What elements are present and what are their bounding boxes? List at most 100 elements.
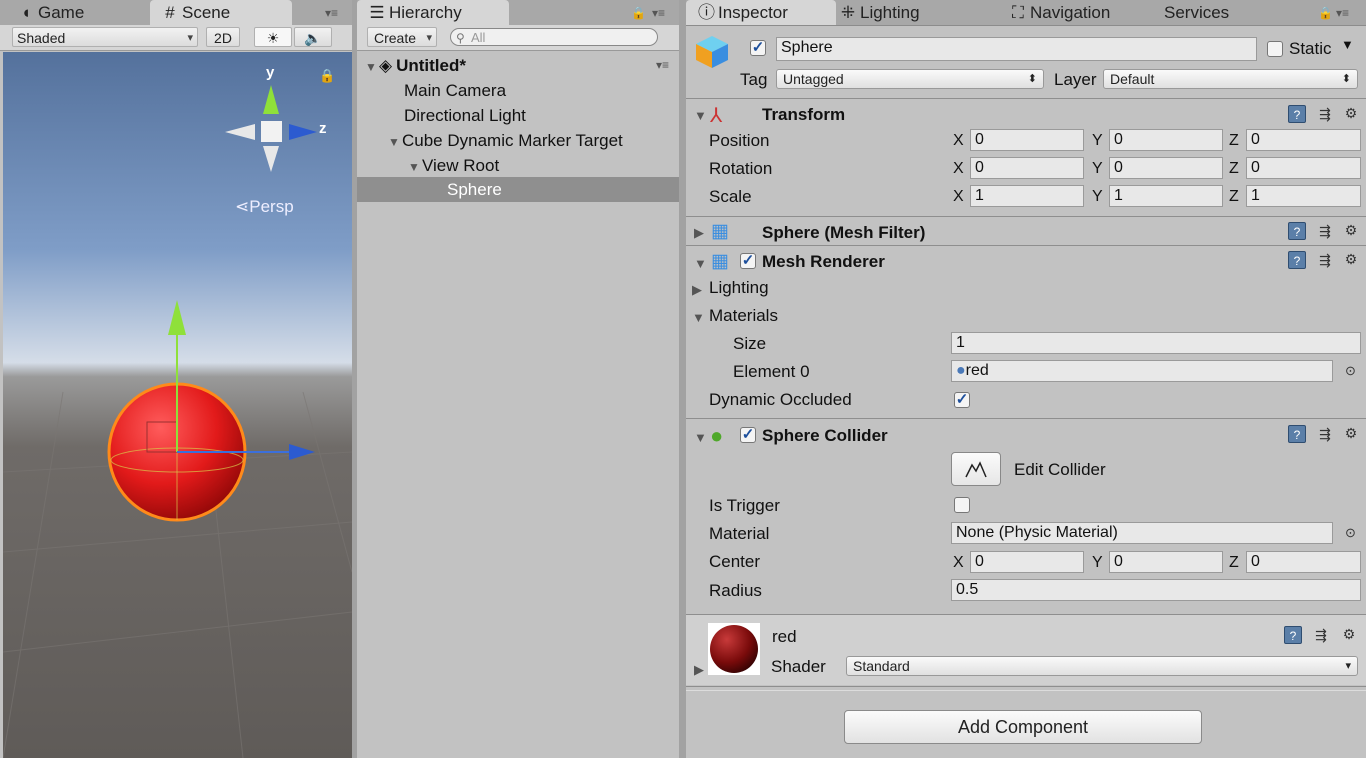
scale-x-field[interactable]: 1: [970, 185, 1084, 207]
audio-toggle-button[interactable]: 🔈: [294, 27, 332, 47]
center-y-field[interactable]: 0: [1109, 551, 1223, 573]
center-x-field[interactable]: 0: [970, 551, 1084, 573]
expand-triangle-icon[interactable]: ▼: [388, 130, 402, 155]
element-0-field[interactable]: ●red: [951, 360, 1333, 382]
is-trigger-checkbox[interactable]: [954, 497, 970, 513]
panel-menu-icon[interactable]: ▾≡: [1336, 6, 1349, 20]
scale-y-field[interactable]: 1: [1109, 185, 1223, 207]
lock-icon[interactable]: 🔒: [1318, 6, 1333, 20]
scale-z-field[interactable]: 1: [1246, 185, 1361, 207]
mesh-renderer-enabled-checkbox[interactable]: ✓: [740, 253, 756, 269]
hierarchy-item-view-root[interactable]: ▼ View Root: [357, 153, 679, 178]
inspector-tabbar: ⓘ Inspector ⁜ Lighting ⛶ Navigation Service…: [686, 0, 1366, 26]
preset-icon[interactable]: ⇶: [1316, 222, 1334, 240]
static-checkbox[interactable]: [1267, 41, 1283, 57]
shading-mode-dropdown[interactable]: Shaded: [12, 27, 198, 48]
hierarchy-item-directional-light[interactable]: Directional Light: [357, 103, 679, 128]
2d-toggle-button[interactable]: 2D: [206, 27, 240, 47]
sphere-collider-enabled-checkbox[interactable]: ✓: [740, 427, 756, 443]
collapse-triangle-icon[interactable]: ▼: [692, 310, 705, 325]
tab-navigation[interactable]: ⛶ Navigation: [1010, 0, 1110, 25]
transform-icon: ⅄: [710, 105, 723, 127]
expand-triangle-icon[interactable]: ▶: [692, 282, 702, 298]
lighting-toggle-button[interactable]: ☀: [254, 27, 292, 47]
active-checkbox[interactable]: ✓: [750, 40, 766, 56]
axis-z-label: Z: [1229, 188, 1239, 205]
scene-root-row[interactable]: ▼ ◈ Untitled* ▾≡: [357, 53, 679, 78]
axis-x-label: X: [953, 132, 964, 149]
hierarchy-search-input[interactable]: ⚲ All: [450, 28, 658, 46]
tab-game[interactable]: ◖ Game: [18, 0, 84, 25]
physic-material-field[interactable]: None (Physic Material): [951, 522, 1333, 544]
lock-icon[interactable]: 🔒: [319, 68, 335, 84]
dynamic-occluded-checkbox[interactable]: ✓: [954, 392, 970, 408]
scene-menu-icon[interactable]: ▾≡: [656, 53, 669, 78]
expand-triangle-icon[interactable]: ▼: [365, 55, 379, 80]
help-icon[interactable]: ?: [1288, 222, 1306, 240]
hierarchy-item-sphere[interactable]: Sphere: [357, 177, 679, 202]
gameobject-cube-icon: [696, 36, 728, 68]
element-0-label: Element 0: [733, 362, 810, 381]
shader-dropdown[interactable]: Standard ▾: [846, 656, 1358, 676]
collapse-triangle-icon[interactable]: ▼: [694, 430, 707, 445]
orientation-gizmo[interactable]: [225, 85, 317, 172]
static-dropdown-icon[interactable]: ▼: [1341, 37, 1354, 52]
object-name-field[interactable]: Sphere: [776, 37, 1257, 61]
tab-hierarchy[interactable]: ☰ Hierarchy: [357, 0, 509, 25]
help-icon[interactable]: ?: [1288, 251, 1306, 269]
preset-icon[interactable]: ⇶: [1316, 425, 1334, 443]
hierarchy-item-cube-dynamic-marker-target[interactable]: ▼ Cube Dynamic Marker Target: [357, 128, 679, 153]
panel-menu-icon[interactable]: ▾≡: [652, 6, 665, 20]
rotation-x-field[interactable]: 0: [970, 157, 1084, 179]
help-icon[interactable]: ?: [1284, 626, 1302, 644]
materials-size-field[interactable]: 1: [951, 332, 1361, 354]
scene-viewport[interactable]: y z 🔒 ⋖Persp: [3, 52, 352, 758]
tab-inspector[interactable]: ⓘ Inspector: [686, 0, 836, 25]
position-y-field[interactable]: 0: [1109, 129, 1223, 151]
gear-icon[interactable]: ⚙: [1340, 625, 1358, 643]
lock-icon[interactable]: 🔒: [631, 6, 646, 20]
tag-dropdown[interactable]: Untagged ⬍: [776, 69, 1044, 89]
material-name: red: [772, 627, 797, 646]
radius-field[interactable]: 0.5: [951, 579, 1361, 601]
help-icon[interactable]: ?: [1288, 425, 1306, 443]
divider: [686, 98, 1366, 99]
tab-services[interactable]: Services: [1164, 0, 1229, 25]
expand-triangle-icon[interactable]: ▶: [694, 225, 704, 241]
materials-foldout[interactable]: Materials: [709, 306, 778, 326]
add-component-button[interactable]: Add Component: [844, 710, 1202, 744]
mesh-filter-icon: ▦: [711, 221, 729, 242]
rotation-z-field[interactable]: 0: [1246, 157, 1361, 179]
gear-icon[interactable]: ⚙: [1342, 221, 1360, 239]
help-icon[interactable]: ?: [1288, 105, 1306, 123]
edit-collider-button[interactable]: [951, 452, 1001, 486]
tab-lighting[interactable]: ⁜ Lighting: [840, 0, 920, 25]
layer-dropdown[interactable]: Default ⬍: [1103, 69, 1358, 89]
persp-icon: ⋖: [235, 197, 250, 216]
lighting-foldout[interactable]: Lighting: [709, 278, 769, 298]
position-z-field[interactable]: 0: [1246, 129, 1361, 151]
position-label: Position: [709, 131, 770, 150]
panel-menu-icon[interactable]: ▾≡: [325, 6, 338, 20]
gear-icon[interactable]: ⚙: [1342, 104, 1360, 122]
preset-icon[interactable]: ⇶: [1312, 626, 1330, 644]
expand-triangle-icon[interactable]: ▶: [694, 662, 704, 678]
create-dropdown[interactable]: Create: [367, 27, 437, 48]
collapse-triangle-icon[interactable]: ▼: [694, 108, 707, 123]
preset-icon[interactable]: ⇶: [1316, 105, 1334, 123]
gear-icon[interactable]: ⚙: [1342, 424, 1360, 442]
gear-icon[interactable]: ⚙: [1342, 250, 1360, 268]
tab-scene[interactable]: # Scene: [150, 0, 292, 25]
rotation-y-field[interactable]: 0: [1109, 157, 1223, 179]
collapse-triangle-icon[interactable]: ▼: [694, 256, 707, 271]
projection-toggle[interactable]: ⋖Persp: [235, 197, 294, 217]
preset-icon[interactable]: ⇶: [1316, 251, 1334, 269]
center-z-field[interactable]: 0: [1246, 551, 1361, 573]
hierarchy-item-main-camera[interactable]: Main Camera: [357, 78, 679, 103]
position-x-field[interactable]: 0: [970, 129, 1084, 151]
rotation-label: Rotation: [709, 159, 773, 178]
axis-x-label: X: [953, 188, 964, 205]
material-label: Material: [709, 524, 770, 543]
object-picker-icon[interactable]: ⊙: [1345, 525, 1356, 541]
object-picker-icon[interactable]: ⊙: [1345, 363, 1356, 379]
